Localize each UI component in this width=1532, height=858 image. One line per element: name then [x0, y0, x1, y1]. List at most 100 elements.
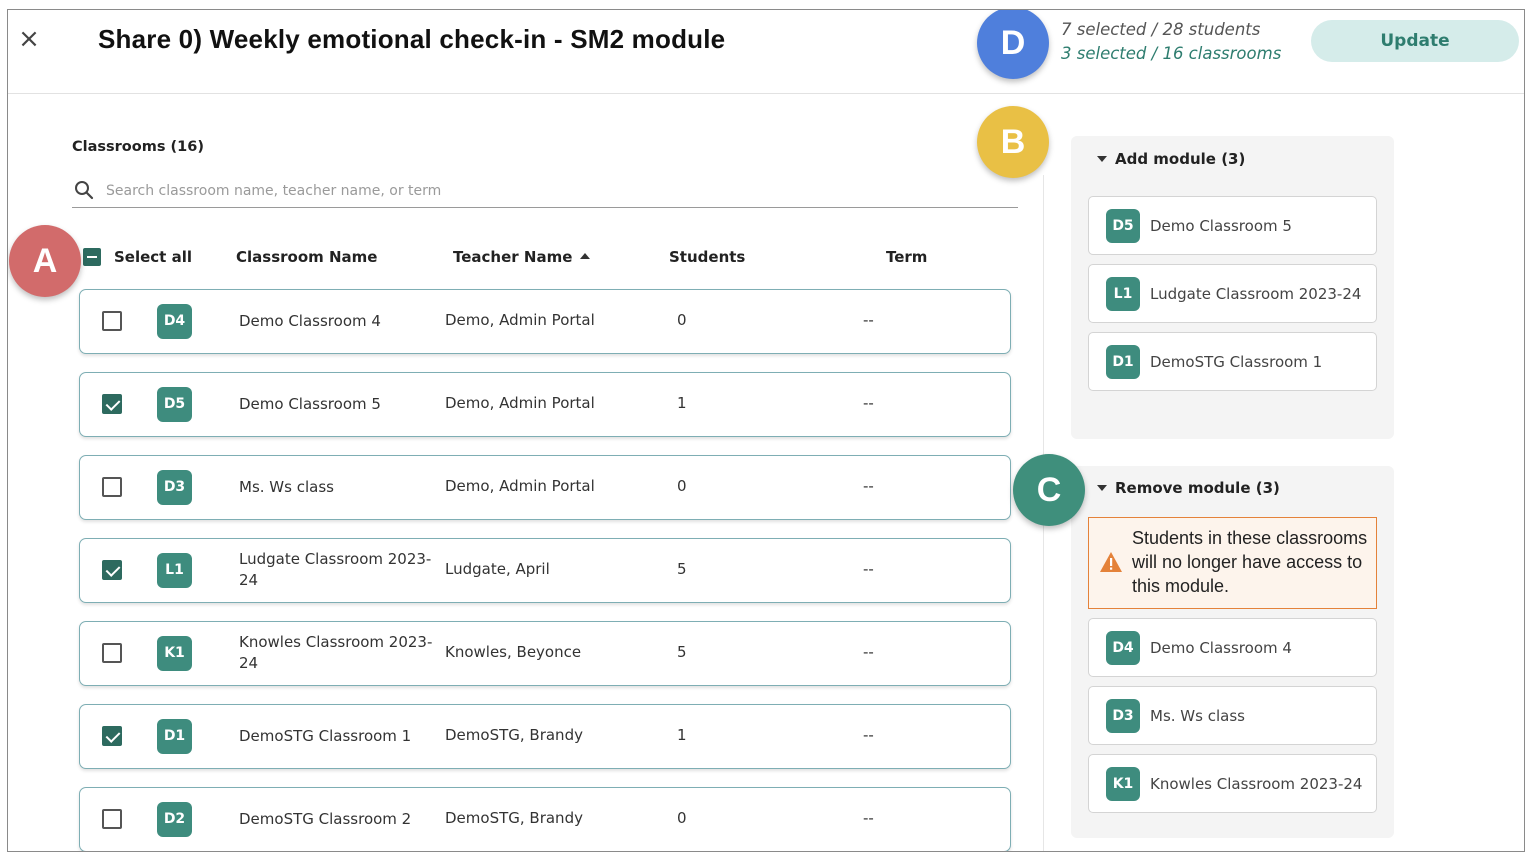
- classroom-row[interactable]: D2 DemoSTG Classroom 2 DemoSTG, Brandy 0 --: [79, 787, 1011, 851]
- add-module-item: D5 Demo Classroom 5: [1088, 196, 1377, 255]
- term-value: --: [863, 726, 874, 744]
- remove-module-heading: Remove module (3): [1115, 479, 1280, 497]
- term-value: --: [863, 643, 874, 661]
- callout-d: D: [977, 10, 1049, 79]
- add-module-item: D1 DemoSTG Classroom 1: [1088, 332, 1377, 391]
- teacher-name: DemoSTG, Brandy: [445, 809, 583, 827]
- classroom-name: Ms. Ws class: [1150, 707, 1245, 725]
- remove-module-item: K1 Knowles Classroom 2023-24: [1088, 754, 1377, 813]
- classroom-row[interactable]: D5 Demo Classroom 5 Demo, Admin Portal 1 --: [79, 372, 1011, 437]
- row-checkbox[interactable]: [102, 394, 122, 414]
- add-module-toggle[interactable]: Add module (3): [1097, 150, 1245, 168]
- dialog-title: Share 0) Weekly emotional check-in - SM2…: [98, 24, 726, 54]
- selection-classrooms: 3 selected / 16 classrooms: [1061, 44, 1282, 63]
- teacher-name: Knowles, Beyonce: [445, 643, 582, 661]
- selection-summary: 7 selected / 28 students 3 selected / 16…: [1061, 18, 1281, 66]
- row-checkbox[interactable]: [102, 643, 122, 663]
- row-checkbox[interactable]: [102, 477, 122, 497]
- classroom-badge: D4: [1106, 631, 1140, 665]
- share-dialog: × Share 0) Weekly emotional check-in - S…: [7, 9, 1525, 852]
- search-input[interactable]: [106, 179, 986, 203]
- classroom-name: DemoSTG Classroom 1: [1150, 353, 1323, 371]
- teacher-name: Demo, Admin Portal: [445, 477, 595, 495]
- teacher-name: Ludgate, April: [445, 560, 550, 578]
- select-all-checkbox[interactable]: [83, 248, 101, 266]
- warning-icon: [1100, 552, 1122, 572]
- caret-down-icon: [1097, 485, 1107, 491]
- row-checkbox[interactable]: [102, 809, 122, 829]
- classroom-name: Knowles Classroom 2023-24: [1150, 775, 1363, 793]
- term-value: --: [863, 477, 874, 495]
- teacher-name: DemoSTG, Brandy: [445, 726, 583, 744]
- classroom-badge: D1: [1106, 345, 1140, 379]
- selection-students: 7 selected / 28 students: [1061, 20, 1261, 39]
- classroom-badge: D3: [1106, 699, 1140, 733]
- term-value: --: [863, 311, 874, 329]
- classroom-name: DemoSTG Classroom 1: [239, 727, 412, 745]
- classroom-row[interactable]: K1 Knowles Classroom 2023-24 Knowles, Beyo…: [79, 621, 1011, 686]
- classroom-badge: K1: [157, 636, 192, 671]
- student-count: 0: [677, 311, 687, 329]
- classroom-badge: D4: [157, 304, 192, 339]
- term-value: --: [863, 394, 874, 412]
- column-term[interactable]: Term: [886, 248, 927, 266]
- warning-text: Students in these classrooms will no lon…: [1132, 528, 1368, 596]
- close-icon[interactable]: ×: [18, 26, 40, 52]
- remove-module-item: D4 Demo Classroom 4: [1088, 618, 1377, 677]
- add-module-item: L1 Ludgate Classroom 2023-24: [1088, 264, 1377, 323]
- classroom-name: Ludgate Classroom 2023-24: [1150, 285, 1362, 303]
- classroom-name: DemoSTG Classroom 2: [239, 810, 412, 828]
- classroom-row[interactable]: L1 Ludgate Classroom 2023-24 Ludgate, Apri…: [79, 538, 1011, 603]
- column-classroom-name[interactable]: Classroom Name: [236, 248, 377, 266]
- student-count: 5: [677, 560, 687, 578]
- row-checkbox[interactable]: [102, 311, 122, 331]
- add-module-heading: Add module (3): [1115, 150, 1246, 168]
- caret-down-icon: [1097, 156, 1107, 162]
- classroom-row[interactable]: D3 Ms. Ws class Demo, Admin Portal 0 --: [79, 455, 1011, 520]
- sort-ascending-icon: [580, 253, 591, 259]
- student-count: 1: [677, 394, 687, 412]
- classroom-badge: D2: [157, 802, 192, 837]
- classroom-name: Demo Classroom 5: [1150, 217, 1292, 235]
- classroom-row[interactable]: D4 Demo Classroom 4 Demo, Admin Portal 0 --: [79, 289, 1011, 354]
- update-button[interactable]: Update: [1311, 20, 1519, 62]
- callout-b: B: [977, 106, 1049, 178]
- classroom-badge: L1: [1106, 277, 1140, 311]
- term-value: --: [863, 560, 874, 578]
- callout-c: C: [1013, 454, 1085, 526]
- classroom-badge: K1: [1106, 767, 1140, 801]
- select-all-label[interactable]: Select all: [114, 248, 192, 266]
- classroom-name: Demo Classroom 5: [239, 395, 381, 413]
- remove-module-panel: Remove module (3) Students in these clas…: [1071, 466, 1394, 838]
- classroom-badge: D5: [1106, 209, 1140, 243]
- classroom-badge: D1: [157, 719, 192, 754]
- classroom-row[interactable]: D1 DemoSTG Classroom 1 DemoSTG, Brandy 1 --: [79, 704, 1011, 769]
- classroom-search: [72, 176, 1018, 208]
- remove-module-toggle[interactable]: Remove module (3): [1097, 479, 1280, 497]
- classroom-name: Ludgate Classroom 2023-24: [239, 550, 432, 589]
- header-divider: [8, 93, 1524, 94]
- classroom-badge: L1: [157, 553, 192, 588]
- student-count: 1: [677, 726, 687, 744]
- add-module-panel: Add module (3) D5 Demo Classroom 5 L1 Ludga…: [1071, 136, 1394, 439]
- classroom-name: Ms. Ws class: [239, 478, 334, 496]
- classroom-name: Knowles Classroom 2023-24: [239, 633, 433, 672]
- classrooms-heading: Classrooms (16): [72, 139, 204, 155]
- student-count: 0: [677, 477, 687, 495]
- classroom-name: Demo Classroom 4: [239, 312, 381, 330]
- row-checkbox[interactable]: [102, 726, 122, 746]
- remove-warning: Students in these classrooms will no lon…: [1088, 517, 1377, 609]
- remove-module-item: D3 Ms. Ws class: [1088, 686, 1377, 745]
- classroom-badge: D5: [157, 387, 192, 422]
- row-checkbox[interactable]: [102, 560, 122, 580]
- search-icon: [75, 181, 94, 200]
- column-teacher-name-label: Teacher Name: [453, 248, 573, 266]
- classroom-badge: D3: [157, 470, 192, 505]
- teacher-name: Demo, Admin Portal: [445, 311, 595, 329]
- classroom-name: Demo Classroom 4: [1150, 639, 1292, 657]
- callout-a: A: [9, 225, 81, 297]
- student-count: 0: [677, 809, 687, 827]
- column-students[interactable]: Students: [669, 248, 745, 266]
- column-teacher-name[interactable]: Teacher Name: [453, 248, 591, 266]
- term-value: --: [863, 809, 874, 827]
